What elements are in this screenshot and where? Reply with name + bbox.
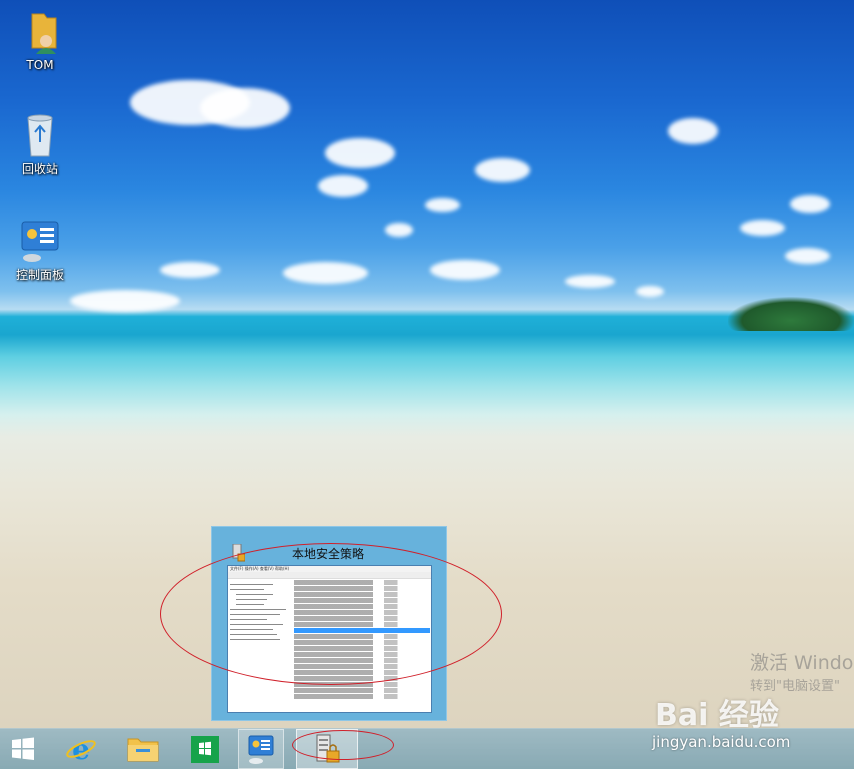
desktop-icon-recycle-bin[interactable]: 回收站 — [0, 110, 80, 177]
desktop-icon-label: TOM — [26, 58, 54, 72]
control-panel-icon — [239, 735, 283, 772]
desktop-icon-tom[interactable]: TOM — [0, 8, 80, 72]
start-button[interactable] — [0, 729, 46, 769]
cloud — [385, 223, 413, 237]
desktop: TOM 回收站 控制面板 激活 Windo 转到"电脑设置" Bai 经验 本地… — [0, 0, 854, 728]
folder-icon — [120, 738, 166, 773]
cloud — [636, 286, 664, 297]
cloud — [283, 262, 368, 284]
cloud — [785, 248, 830, 264]
svg-text:e: e — [72, 733, 90, 766]
cloud — [430, 260, 500, 280]
cloud — [425, 198, 460, 212]
taskbar-store[interactable] — [182, 729, 228, 769]
taskbar-control-panel[interactable] — [238, 729, 284, 769]
cloud — [565, 275, 615, 288]
user-folder-icon — [16, 8, 64, 56]
annotation-ellipse-taskbar — [292, 730, 394, 760]
cloud — [325, 138, 395, 168]
island — [728, 297, 854, 331]
cloud — [70, 290, 180, 312]
windows-logo-icon — [0, 737, 46, 773]
recycle-bin-icon — [16, 110, 64, 158]
taskbar-internet-explorer[interactable]: e — [58, 729, 104, 769]
cloud — [668, 118, 718, 144]
annotation-ellipse — [160, 543, 502, 685]
baidu-logo: Bai 经验 — [655, 698, 779, 728]
cloud — [318, 175, 368, 197]
desktop-icon-control-panel[interactable]: 控制面板 — [0, 216, 80, 283]
cloud — [200, 88, 290, 128]
desktop-icon-label: 控制面板 — [15, 268, 64, 282]
taskbar-file-explorer[interactable] — [120, 729, 166, 769]
desktop-icon-label: 回收站 — [21, 162, 58, 176]
cloud — [790, 195, 830, 213]
ie-icon: e — [58, 733, 104, 773]
control-panel-icon — [16, 216, 64, 264]
cloud — [740, 220, 785, 236]
activation-watermark: 激活 Windo — [750, 652, 854, 674]
cloud — [160, 262, 220, 278]
cloud — [475, 158, 530, 182]
store-icon — [182, 736, 228, 773]
baidu-url: jingyan.baidu.com — [652, 733, 791, 751]
